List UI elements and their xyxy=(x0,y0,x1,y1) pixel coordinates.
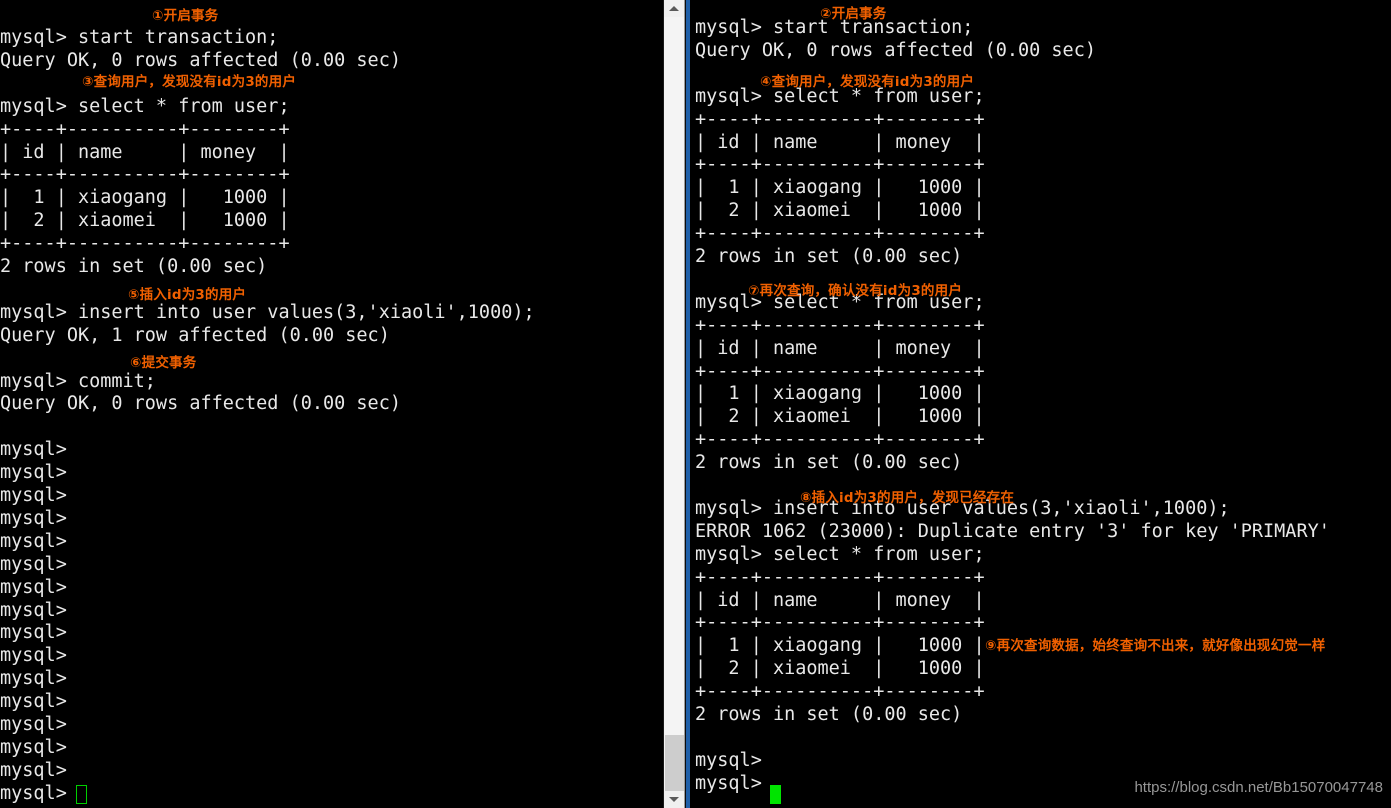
terminal-line: 2 rows in set (0.00 sec) xyxy=(695,704,963,725)
terminal-line: mysql> xyxy=(0,668,67,690)
terminal-line: | 1 | xiaogang | 1000 | xyxy=(695,177,985,199)
annot-8: ⑧插入id为3的用户，发现已经存在 xyxy=(800,490,1015,506)
annot-3: ③查询用户，发现没有id为3的用户 xyxy=(82,74,297,90)
terminal-line: mysql> select * from user; xyxy=(0,95,290,117)
terminal-line: mysql> xyxy=(0,507,67,529)
terminal-line: | 2 | xiaomei | 1000 | xyxy=(695,200,985,222)
scrollbar-track[interactable] xyxy=(664,17,684,803)
terminal-line: mysql> xyxy=(0,462,67,484)
annot-4: ④查询用户，发现没有id为3的用户 xyxy=(760,74,975,90)
terminal-line: | 2 | xiaomei | 1000 | xyxy=(695,406,985,428)
terminal-line: | id | name | money | xyxy=(695,589,985,611)
terminal-line: Query OK, 1 row affected (0.00 sec) xyxy=(0,324,390,346)
terminal-line: mysql> xyxy=(0,439,67,461)
annot-1: ①开启事务 xyxy=(152,8,219,24)
terminal-line: mysql> xyxy=(0,576,67,598)
terminal-line: +----+----------+--------+ xyxy=(695,429,985,451)
terminal-line: mysql> xyxy=(0,622,67,644)
terminal-line: +----+----------+--------+ xyxy=(0,233,290,255)
terminal-line: mysql> start transaction; xyxy=(0,27,279,48)
terminal-line: mysql> xyxy=(0,782,67,804)
terminal-line: mysql> xyxy=(0,759,67,781)
terminal-line: mysql> xyxy=(0,691,67,713)
terminal-line: mysql> xyxy=(0,553,67,575)
terminal-line: | 2 | xiaomei | 1000 | xyxy=(695,658,985,680)
terminal-line: mysql> xyxy=(0,736,67,758)
session-a-output: mysql> start transaction; Query OK, 0 row… xyxy=(0,0,663,808)
annot-2: ②开启事务 xyxy=(820,6,887,22)
terminal-line: | 2 | xiaomei | 1000 | xyxy=(0,210,290,232)
terminal-line: | id | name | money | xyxy=(695,337,985,359)
terminal-line: +----+----------+--------+ xyxy=(695,360,985,382)
vertical-scrollbar[interactable] xyxy=(663,0,685,808)
terminal-line: mysql> xyxy=(695,772,762,794)
annot-7: ⑦再次查询，确认没有id为3的用户 xyxy=(748,283,963,299)
terminal-line: | 1 | xiaogang | 1000 | xyxy=(695,383,985,405)
terminal-line: mysql> xyxy=(0,599,67,621)
annot-6: ⑥提交事务 xyxy=(130,355,197,371)
session-b-terminal[interactable]: mysql> start transaction; Query OK, 0 row… xyxy=(691,0,1391,808)
watermark-url: https://blog.csdn.net/Bb15070047748 xyxy=(1134,779,1383,796)
scroll-down-button[interactable] xyxy=(664,791,684,808)
terminal-line: Query OK, 0 rows affected (0.00 sec) xyxy=(695,39,1096,61)
terminal-line: +----+----------+--------+ xyxy=(695,566,985,588)
terminal-line: +----+----------+--------+ xyxy=(695,314,985,336)
terminal-line: 2 rows in set (0.00 sec) xyxy=(0,256,268,277)
terminal-line: 2 rows in set (0.00 sec) xyxy=(695,246,963,267)
terminal-line: +----+----------+--------+ xyxy=(695,223,985,245)
annot-5: ⑤插入id为3的用户 xyxy=(128,287,247,303)
terminal-line: Query OK, 0 rows affected (0.00 sec) xyxy=(0,393,401,415)
terminal-cursor-session-a xyxy=(76,785,87,804)
terminal-line: +----+----------+--------+ xyxy=(695,154,985,176)
terminal-line: Query OK, 0 rows affected (0.00 sec) xyxy=(0,49,401,71)
terminal-line: mysql> insert into user values(3,'xiaoli… xyxy=(0,301,535,323)
terminal-line: +----+----------+--------+ xyxy=(695,681,985,703)
chevron-down-icon xyxy=(669,797,679,802)
terminal-line: mysql> xyxy=(0,645,67,667)
terminal-line: +----+----------+--------+ xyxy=(0,164,290,186)
terminal-line: | id | name | money | xyxy=(695,131,985,153)
terminal-cursor-session-b xyxy=(770,785,781,804)
terminal-line: | 1 | xiaogang | 1000 | xyxy=(0,187,290,209)
terminal-line: +----+----------+--------+ xyxy=(695,108,985,130)
terminal-line: +----+----------+--------+ xyxy=(0,118,290,140)
terminal-line: mysql> xyxy=(0,530,67,552)
terminal-line: mysql> xyxy=(0,714,67,735)
terminal-line: mysql> commit; xyxy=(0,370,156,392)
terminal-line: mysql> xyxy=(695,749,762,771)
terminal-line: +----+----------+--------+ xyxy=(695,612,985,634)
focused-pane-border xyxy=(686,0,690,808)
chevron-up-icon xyxy=(669,6,679,11)
terminal-line: mysql> select * from user; xyxy=(695,543,985,565)
terminal-line: | 1 | xiaogang | 1000 | xyxy=(695,635,985,657)
screenshot-root: mysql> start transaction; Query OK, 0 row… xyxy=(0,0,1391,808)
session-b-output: mysql> start transaction; Query OK, 0 row… xyxy=(691,0,1391,808)
terminal-line: | id | name | money | xyxy=(0,141,290,163)
terminal-line: ERROR 1062 (23000): Duplicate entry '3' … xyxy=(695,520,1330,542)
terminal-line: 2 rows in set (0.00 sec) xyxy=(695,452,963,474)
session-a-terminal[interactable]: mysql> start transaction; Query OK, 0 row… xyxy=(0,0,663,808)
terminal-line: mysql> xyxy=(0,485,67,506)
scroll-up-button[interactable] xyxy=(664,0,684,17)
annot-9: ⑨再次查询数据，始终查询不出来，就好像出现幻觉一样 xyxy=(985,638,1326,654)
